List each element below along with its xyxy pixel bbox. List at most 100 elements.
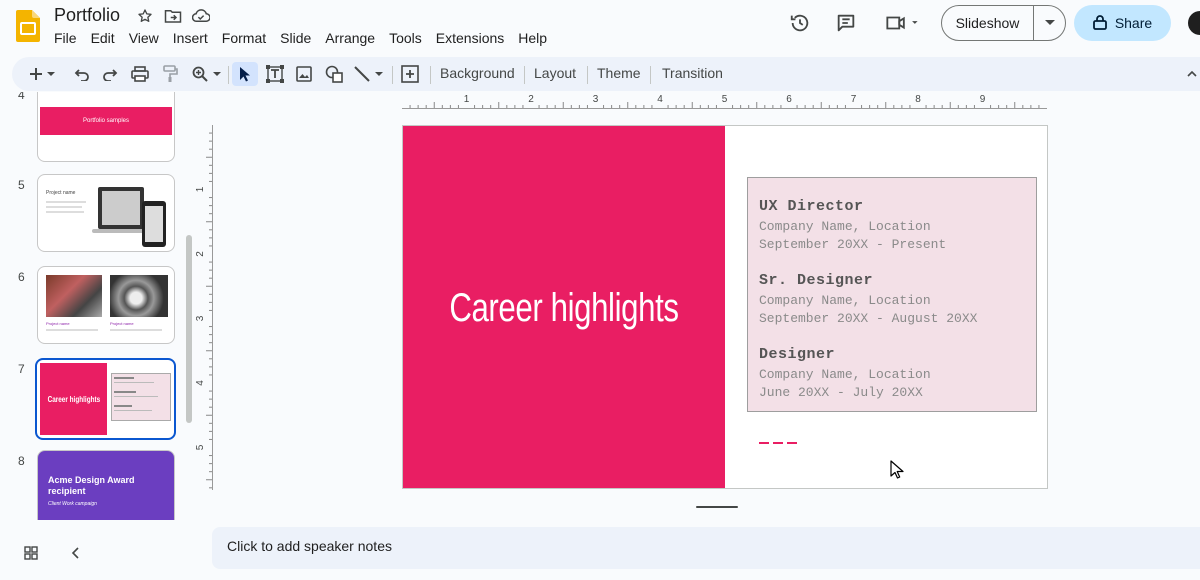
slideshow-button-group: Slideshow <box>941 5 1066 41</box>
print-icon[interactable] <box>128 62 152 86</box>
slide-title[interactable]: Career highlights <box>449 286 679 331</box>
collapse-toolbar-icon[interactable] <box>1184 62 1200 86</box>
menu-view[interactable]: View <box>122 29 166 47</box>
job-role: Designer <box>759 346 836 363</box>
avatar[interactable] <box>1188 11 1200 35</box>
cloud-status-icon[interactable] <box>192 7 210 25</box>
menu-help[interactable]: Help <box>511 29 554 47</box>
vertical-ruler[interactable]: 1 2 3 4 5 <box>196 125 214 490</box>
ruler-label: 6 <box>786 94 792 105</box>
menu-insert[interactable]: Insert <box>166 29 215 47</box>
menu-bar: File Edit View Insert Format Slide Arran… <box>47 29 554 47</box>
insert-comment-icon[interactable] <box>398 62 422 86</box>
mouse-cursor-icon <box>890 460 904 485</box>
slideshow-button[interactable]: Slideshow <box>942 6 1034 40</box>
menu-tools[interactable]: Tools <box>382 29 429 47</box>
job-dates: June 20XX - July 20XX <box>759 385 923 400</box>
ruler-label: 4 <box>657 94 663 105</box>
ruler-label: 2 <box>196 251 206 257</box>
menu-file[interactable]: File <box>47 29 84 47</box>
job-entry: Designer Company Name, Location June 20X… <box>759 346 931 400</box>
toolbar-divider <box>392 66 393 84</box>
collapse-filmstrip-icon[interactable] <box>70 546 80 565</box>
job-entry: Sr. Designer Company Name, Location Sept… <box>759 272 977 326</box>
slide-number: 5 <box>18 178 25 192</box>
job-role: Sr. Designer <box>759 272 874 289</box>
zoom-dropdown-icon[interactable] <box>210 62 224 86</box>
job-company: Company Name, Location <box>759 293 931 308</box>
move-folder-icon[interactable] <box>164 7 182 25</box>
meet-call-icon[interactable] <box>880 7 924 39</box>
thumbnail-subtitle: Client Work campaign <box>48 501 97 507</box>
menu-slide[interactable]: Slide <box>273 29 318 47</box>
header: Portfolio File Edit View Insert Format S… <box>0 0 1200 56</box>
thumbnail-title: Portfolio samples <box>82 118 130 124</box>
line-dropdown-icon[interactable] <box>372 62 386 86</box>
job-company: Company Name, Location <box>759 219 931 234</box>
toolbar: Background Layout Theme Transition <box>12 57 1200 91</box>
slideshow-dropdown-icon[interactable] <box>1034 6 1065 40</box>
layout-button[interactable]: Layout <box>534 65 576 81</box>
filmstrip: 4 Portfolio samples 5 Project name 6 Pro… <box>0 92 200 520</box>
speaker-notes-placeholder: Click to add speaker notes <box>227 538 392 554</box>
menu-arrange[interactable]: Arrange <box>318 29 382 47</box>
filmstrip-scrollbar[interactable] <box>186 235 192 423</box>
slide-thumbnail-8[interactable]: Acme Design Award recipient Client Work … <box>37 450 175 520</box>
star-icon[interactable] <box>136 7 154 25</box>
ruler-label: 2 <box>528 94 534 105</box>
version-history-icon[interactable] <box>784 7 816 39</box>
ruler-label: 3 <box>196 315 206 321</box>
transition-button[interactable]: Transition <box>662 65 723 81</box>
toolbar-divider <box>587 66 588 84</box>
background-button[interactable]: Background <box>440 65 515 81</box>
slide-number: 4 <box>18 92 25 102</box>
paint-format-icon[interactable] <box>158 62 182 86</box>
ruler-label: 1 <box>196 186 206 192</box>
toolbar-divider <box>524 66 525 84</box>
slide-thumbnail-5[interactable]: Project name <box>37 174 175 252</box>
grid-view-icon[interactable] <box>24 546 38 565</box>
slides-logo-icon[interactable] <box>16 10 40 42</box>
ruler-label: 5 <box>196 444 206 450</box>
thumbnail-title: Project name <box>46 190 76 196</box>
ruler-label: 1 <box>464 94 470 105</box>
new-slide-dropdown-icon[interactable] <box>44 62 58 86</box>
career-card[interactable]: UX Director Company Name, Location Septe… <box>747 177 1037 412</box>
thumbnail-caption: Project name <box>110 321 134 326</box>
redo-icon[interactable] <box>98 62 122 86</box>
document-title[interactable]: Portfolio <box>54 5 120 26</box>
zoom-icon[interactable] <box>188 62 212 86</box>
shape-icon[interactable] <box>322 62 346 86</box>
toolbar-divider <box>650 66 651 84</box>
comments-icon[interactable] <box>830 7 862 39</box>
speaker-notes[interactable]: Click to add speaker notes <box>212 527 1200 569</box>
lock-icon <box>1092 14 1107 33</box>
job-role: UX Director <box>759 198 864 215</box>
slide-thumbnail-4[interactable]: Portfolio samples <box>37 92 175 162</box>
job-entry: UX Director Company Name, Location Septe… <box>759 198 946 252</box>
menu-format[interactable]: Format <box>215 29 273 47</box>
text-box-icon[interactable] <box>263 62 287 86</box>
menu-extensions[interactable]: Extensions <box>429 29 511 47</box>
filmstrip-footer <box>0 530 200 580</box>
slide-thumbnail-6[interactable]: Project name Project name <box>37 266 175 344</box>
ruler-label: 3 <box>593 94 599 105</box>
slide-number: 7 <box>18 362 25 376</box>
ruler-label: 9 <box>980 94 986 105</box>
horizontal-ruler[interactable]: 1 2 3 4 5 6 7 8 9 <box>402 92 1047 110</box>
notes-resize-handle[interactable] <box>696 506 738 508</box>
theme-button[interactable]: Theme <box>597 65 641 81</box>
menu-edit[interactable]: Edit <box>84 29 122 47</box>
ruler-label: 7 <box>851 94 857 105</box>
undo-icon[interactable] <box>70 62 94 86</box>
decorative-dashes <box>759 442 797 444</box>
line-icon[interactable] <box>350 62 374 86</box>
share-button[interactable]: Share <box>1074 5 1171 41</box>
select-tool-icon[interactable] <box>232 62 258 86</box>
job-dates: September 20XX - August 20XX <box>759 311 978 326</box>
image-icon[interactable] <box>292 62 316 86</box>
slide-thumbnail-7[interactable]: Career highlights <box>35 358 176 440</box>
slide[interactable]: Career highlights UX Director Company Na… <box>402 125 1048 489</box>
thumbnail-title: Career highlights <box>47 394 100 404</box>
slide-number: 6 <box>18 270 25 284</box>
